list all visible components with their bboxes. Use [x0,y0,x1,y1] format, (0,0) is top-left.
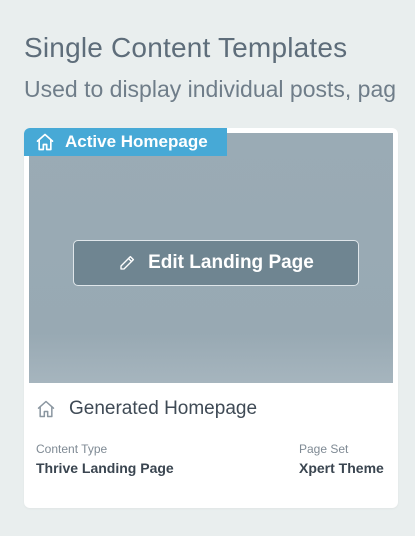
edit-landing-page-button[interactable]: Edit Landing Page [73,240,359,286]
section-subtitle: Used to display individual posts, pag [24,76,397,102]
section-title: Single Content Templates [24,32,348,63]
active-homepage-badge: Active Homepage [24,128,227,156]
template-card[interactable]: Edit Landing Page Active Homepage Genera… [24,128,398,508]
content-area: Single Content Templates Used to display… [0,0,415,536]
page-set-label: Page Set [299,442,349,456]
page: Single Content Templates Used to display… [0,0,415,536]
template-preview[interactable]: Edit Landing Page [29,133,393,383]
edit-button-label: Edit Landing Page [148,252,314,273]
content-type-value: Thrive Landing Page [36,460,174,476]
home-icon [37,400,55,418]
badge-label: Active Homepage [65,132,208,151]
template-name: Generated Homepage [69,398,258,419]
content-type-label: Content Type [36,442,108,456]
template-name-row: Generated Homepage [36,398,257,420]
home-icon [36,133,54,151]
page-set-value: Xpert Theme [299,460,384,476]
pencil-icon [120,255,135,270]
